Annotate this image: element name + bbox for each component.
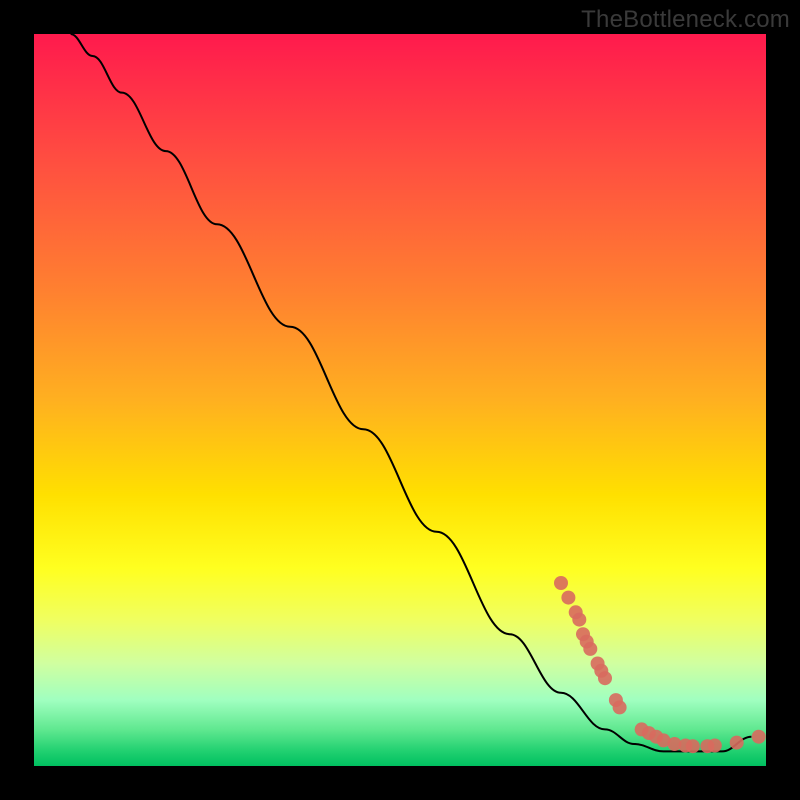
data-point: [730, 736, 744, 750]
data-point: [583, 642, 597, 656]
data-point: [613, 700, 627, 714]
data-point: [554, 576, 568, 590]
curve-layer: [71, 34, 752, 751]
data-point: [708, 739, 722, 753]
data-point: [686, 739, 700, 753]
points-layer: [554, 576, 766, 753]
bottleneck-curve: [71, 34, 752, 751]
data-point: [752, 730, 766, 744]
chart-frame: TheBottleneck.com: [0, 0, 800, 800]
data-point: [561, 591, 575, 605]
data-point: [572, 613, 586, 627]
data-point: [598, 671, 612, 685]
plot-area: [34, 34, 766, 766]
chart-svg: [34, 34, 766, 766]
watermark-text: TheBottleneck.com: [581, 6, 790, 34]
